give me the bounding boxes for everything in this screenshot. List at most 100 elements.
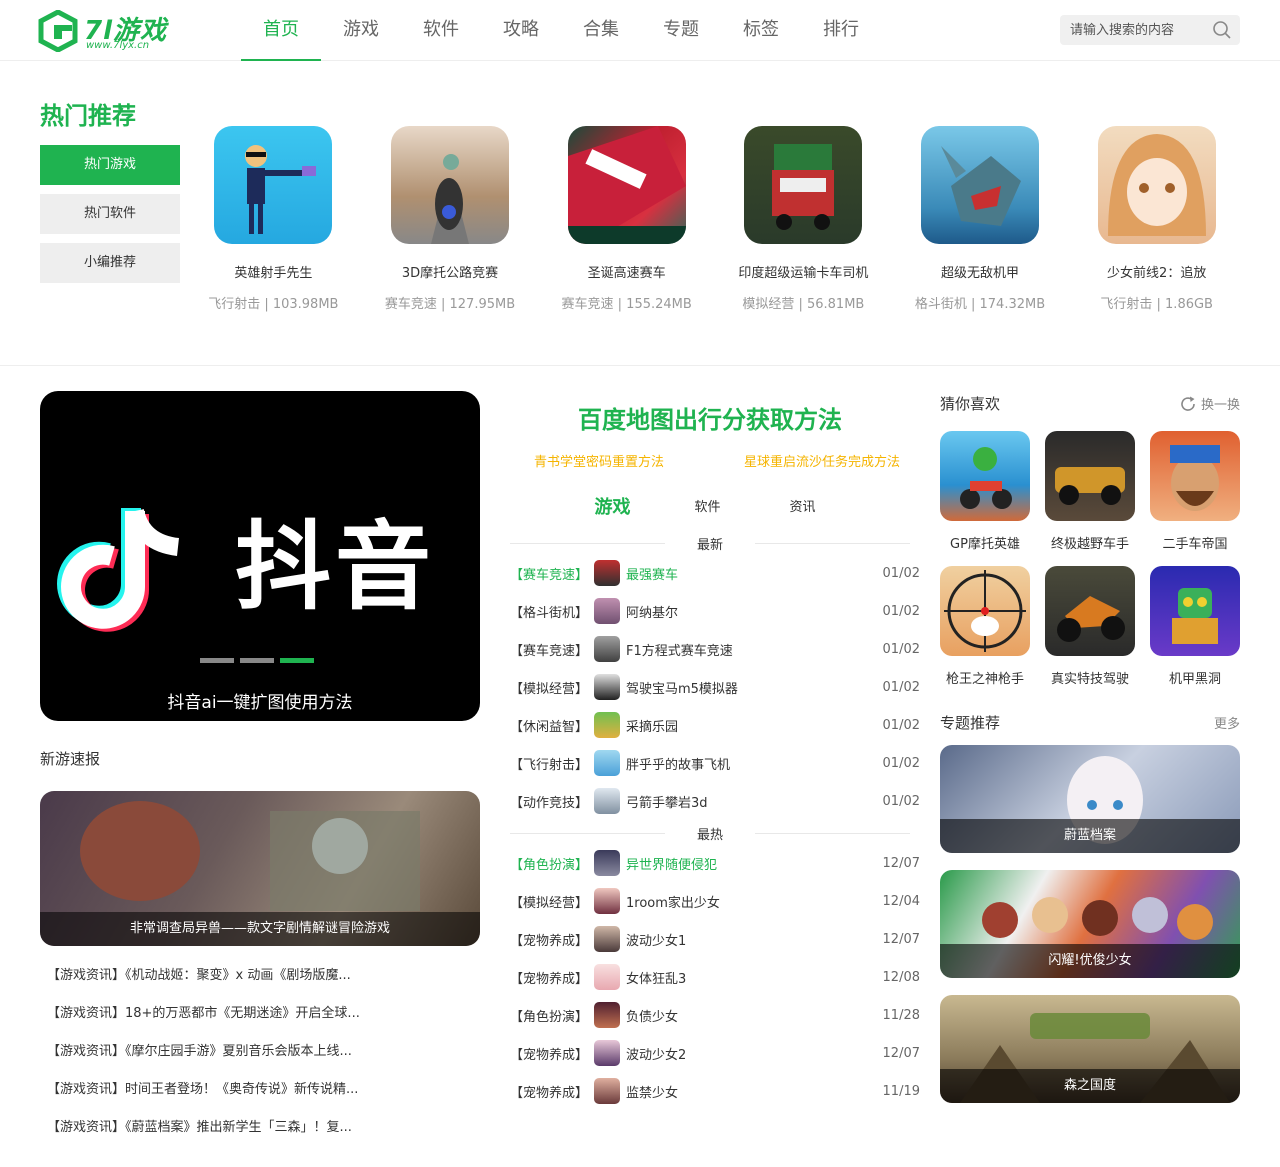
refresh-label: 换一换: [1200, 398, 1240, 413]
topic-card[interactable]: 森之国度: [940, 995, 1240, 1103]
game-name: 真实特技驾驶: [1050, 672, 1129, 687]
nav-collections[interactable]: 合集: [561, 0, 641, 61]
item-date: 01/02: [882, 755, 920, 771]
item-date: 01/02: [882, 641, 920, 657]
hottest-game-list: 【角色扮演】 异世界随便侵犯 12/07 【模拟经营】 1room家出少女 12/04 …: [510, 844, 920, 1110]
search-box: [1060, 15, 1240, 45]
guess-item[interactable]: 枪王之神枪手: [940, 566, 1030, 687]
nav-ranking[interactable]: 排行: [801, 0, 881, 61]
game-name: 英雄射手先生: [234, 266, 313, 281]
item-icon: [594, 636, 620, 662]
item-category: 【宠物养成】: [510, 933, 589, 949]
item-category: 【模拟经营】: [510, 895, 589, 911]
item-category: 【动作竞技】: [510, 795, 589, 811]
game-name: 终极越野车手: [1050, 537, 1129, 552]
tab-software[interactable]: 软件: [660, 495, 755, 521]
tab-hot-software[interactable]: 热门软件: [40, 194, 180, 234]
list-item[interactable]: 【宠物养成】 波动少女1 12/07: [510, 920, 920, 958]
hot-section-title: 热门推荐: [40, 102, 136, 130]
list-item[interactable]: 【宠物养成】 波动少女2 12/07: [510, 1034, 920, 1072]
hot-game-item[interactable]: 英雄射手先生 飞行射击 | 103.98MB: [185, 126, 362, 312]
item-name: F1方程式赛车竞速: [626, 643, 733, 659]
item-date: 01/02: [882, 603, 920, 619]
search-input[interactable]: [1070, 20, 1200, 40]
item-icon: [594, 560, 620, 586]
item-name: 采摘乐园: [626, 719, 679, 735]
nav-tags[interactable]: 标签: [721, 0, 801, 61]
guess-item[interactable]: 机甲黑洞: [1150, 566, 1240, 687]
carousel-dot[interactable]: [240, 658, 274, 663]
guess-title: 猜你喜欢: [940, 395, 1001, 413]
hot-game-item[interactable]: 印度超级运输卡车司机 模拟经营 | 56.81MB: [715, 126, 892, 312]
game-name: GP摩托英雄: [950, 537, 1020, 552]
item-icon: [594, 712, 620, 738]
item-name: 女体狂乱3: [626, 971, 687, 987]
item-category: 【角色扮演】: [510, 1009, 589, 1025]
game-thumbnail: [1045, 431, 1135, 521]
list-item[interactable]: 【模拟经营】 驾驶宝马m5模拟器 01/02: [510, 668, 920, 706]
subhead-link[interactable]: 青书学堂密码重置方法: [534, 451, 664, 470]
hot-game-item[interactable]: 圣诞高速赛车 赛车竞速 | 155.24MB: [538, 126, 715, 312]
search-icon[interactable]: [1212, 20, 1232, 40]
featured-banner[interactable]: 抖音 抖音ai一键扩图使用方法: [40, 391, 480, 721]
list-item[interactable]: 【宠物养成】 女体狂乱3 12/08: [510, 958, 920, 996]
tab-hot-games[interactable]: 热门游戏: [40, 145, 180, 185]
tab-news[interactable]: 资讯: [755, 495, 850, 521]
item-category: 【赛车竞速】: [510, 643, 589, 659]
topic-card[interactable]: 闪耀!优俊少女: [940, 870, 1240, 978]
carousel-dot[interactable]: [280, 658, 314, 663]
news-item[interactable]: 【游戏资讯】《机动战姬：聚变》x 动画《剧场版魔...: [47, 962, 477, 1000]
game-name: 圣诞高速赛车: [587, 266, 666, 281]
site-logo[interactable]: 7l游戏 www.7lyx.cn: [38, 10, 168, 52]
list-item[interactable]: 【飞行射击】 胖乎乎的故事飞机 01/02: [510, 744, 920, 782]
game-thumbnail: [1097, 126, 1216, 244]
game-meta: 赛车竞速 | 127.95MB: [384, 297, 516, 312]
game-thumbnail: [391, 126, 509, 244]
item-icon: [594, 1002, 620, 1028]
list-item[interactable]: 【角色扮演】 异世界随便侵犯 12/07: [510, 844, 920, 882]
headline-link[interactable]: 百度地图出行分获取方法: [510, 400, 910, 435]
list-item[interactable]: 【赛车竞速】 最强赛车 01/02: [510, 554, 920, 592]
guess-item[interactable]: 真实特技驾驶: [1045, 566, 1135, 687]
hot-game-item[interactable]: 超级无敌机甲 格斗街机 | 174.32MB: [892, 126, 1069, 312]
game-thumbnail: [1045, 566, 1135, 656]
guess-item[interactable]: 终极越野车手: [1045, 431, 1135, 552]
new-game-card[interactable]: 非常调查局异兽——款文字剧情解谜冒险游戏: [40, 791, 480, 946]
list-item[interactable]: 【宠物养成】 监禁少女 11/19: [510, 1072, 920, 1110]
banner-brand: 抖音: [235, 511, 435, 623]
item-name: 异世界随便侵犯: [626, 857, 718, 873]
item-date: 12/04: [882, 893, 920, 909]
list-item[interactable]: 【模拟经营】 1room家出少女 12/04: [510, 882, 920, 920]
guess-item[interactable]: 二手车帝国: [1150, 431, 1240, 552]
nav-guides[interactable]: 攻略: [481, 0, 561, 61]
news-item[interactable]: 【游戏资讯】《摩尔庄园手游》夏别音乐会版本上线...: [47, 1038, 477, 1076]
game-thumbnail: [567, 126, 686, 244]
nav-software[interactable]: 软件: [401, 0, 481, 61]
news-item[interactable]: 【游戏资讯】18+的万恶都市《无期迷途》开启全球...: [47, 1000, 477, 1038]
nav-home[interactable]: 首页: [241, 0, 321, 61]
item-date: 01/02: [882, 679, 920, 695]
topics-more-link[interactable]: 更多: [1214, 713, 1240, 732]
item-name: 阿纳基尔: [626, 605, 679, 621]
list-item[interactable]: 【赛车竞速】 F1方程式赛车竞速 01/02: [510, 630, 920, 668]
game-meta: 飞行射击 | 1.86GB: [1100, 297, 1213, 312]
list-item[interactable]: 【动作竞技】 弓箭手攀岩3d 01/02: [510, 782, 920, 820]
hot-game-item[interactable]: 少女前线2：追放 飞行射击 | 1.86GB: [1068, 126, 1245, 312]
news-item[interactable]: 【游戏资讯】时间王者登场！《奥奇传说》新传说精...: [47, 1076, 477, 1114]
nav-games[interactable]: 游戏: [321, 0, 401, 61]
topic-card[interactable]: 蔚蓝档案: [940, 745, 1240, 853]
hot-game-item[interactable]: 3D摩托公路竞赛 赛车竞速 | 127.95MB: [362, 126, 539, 312]
tab-editor-picks[interactable]: 小编推荐: [40, 243, 180, 283]
item-category: 【模拟经营】: [510, 681, 589, 697]
list-item[interactable]: 【格斗街机】 阿纳基尔 01/02: [510, 592, 920, 630]
subhead-link[interactable]: 星球重启流沙任务完成方法: [744, 451, 900, 470]
list-item[interactable]: 【休闲益智】 采摘乐园 01/02: [510, 706, 920, 744]
news-item[interactable]: 【游戏资讯】《蔚蓝档案》推出新学生「三森」！复...: [47, 1114, 477, 1152]
refresh-button[interactable]: 换一换: [1179, 394, 1240, 413]
list-item[interactable]: 【角色扮演】 负债少女 11/28: [510, 996, 920, 1034]
nav-topics[interactable]: 专题: [641, 0, 721, 61]
carousel-dot[interactable]: [200, 658, 234, 663]
topic-caption: 蔚蓝档案: [940, 819, 1240, 853]
tab-games[interactable]: 游戏: [565, 495, 660, 521]
guess-item[interactable]: GP摩托英雄: [940, 431, 1030, 552]
